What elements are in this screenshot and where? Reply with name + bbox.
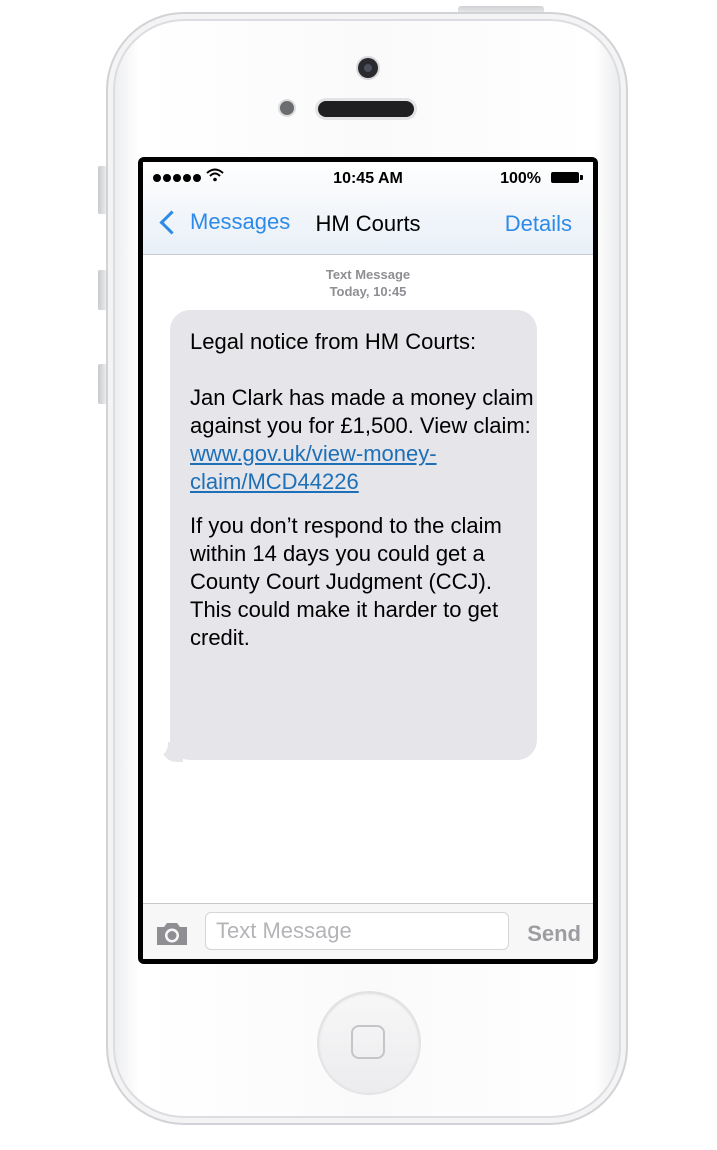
details-button[interactable]: Details [505, 211, 572, 237]
message-line-warning: If you don’t respond to the claim within… [190, 513, 502, 650]
message-claim-text: Jan Clark has made a money claim against… [190, 385, 534, 438]
send-button[interactable]: Send [527, 921, 581, 947]
message-line-heading: Legal notice from HM Courts: [190, 329, 477, 354]
message-meta: Text Message Today, 10:45 [143, 266, 593, 300]
message-line-claim: Jan Clark has made a money claim against… [190, 384, 535, 496]
home-button[interactable] [318, 992, 420, 1094]
camera-icon[interactable] [155, 921, 189, 946]
message-input[interactable] [205, 912, 509, 950]
battery-percentage: 100% [500, 170, 541, 187]
messages-app: 10:45 AM 100% Messages HM Courts Details… [143, 162, 593, 959]
front-camera [358, 58, 378, 78]
home-square-icon [351, 1025, 385, 1059]
message-composer: Send [143, 903, 593, 959]
proximity-sensor [280, 101, 294, 115]
phone-screen: 10:45 AM 100% Messages HM Courts Details… [138, 157, 598, 964]
status-bar: 10:45 AM 100% [143, 162, 593, 192]
message-body: Legal notice from HM Courts: Jan Clark h… [190, 328, 535, 652]
view-claim-link[interactable]: www.gov.uk/view-money-claim/MCD44226 [190, 441, 437, 494]
message-type-label: Text Message [325, 267, 411, 282]
earpiece-speaker [318, 101, 414, 117]
battery-icon [551, 172, 583, 183]
message-timestamp: Today, 10:45 [329, 284, 407, 299]
